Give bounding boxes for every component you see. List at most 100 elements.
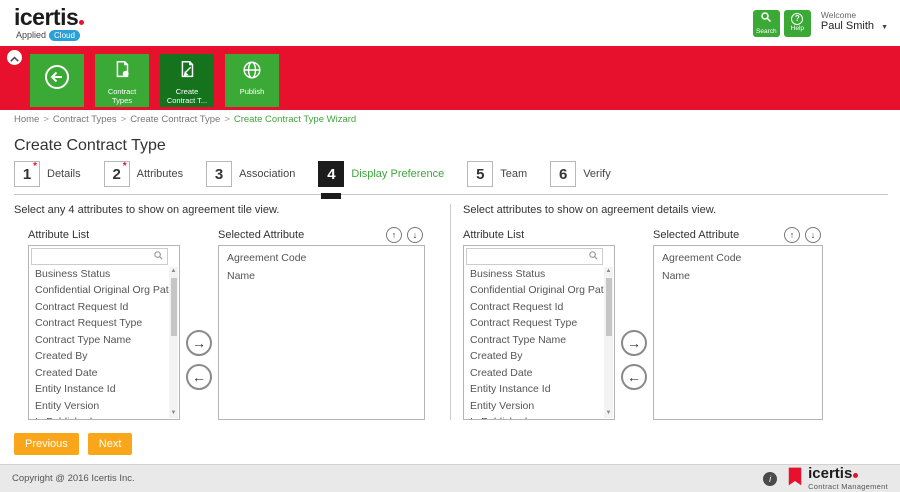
scroll-down-icon[interactable]: ▼	[169, 409, 178, 418]
wizard-step-label: Details	[47, 168, 81, 180]
list-item[interactable]: Business Status	[29, 266, 169, 283]
search-button[interactable]: Search	[753, 10, 780, 37]
move-up-button[interactable]: ↑	[784, 227, 800, 243]
wizard-step-label: Association	[239, 168, 295, 180]
help-button[interactable]: ? Help	[784, 10, 811, 37]
wizard-step-number: 5	[467, 161, 493, 187]
contract-types-icon	[111, 59, 133, 86]
list-item[interactable]: Confidential Original Org Path Id	[464, 283, 604, 300]
scroll-up-icon[interactable]: ▲	[604, 267, 613, 276]
breadcrumb-item[interactable]: Contract Types>	[53, 114, 130, 125]
list-item[interactable]: Entity Instance Id	[29, 382, 169, 399]
ribbon-bar: Contract Types Create Contract T... Publ…	[0, 46, 900, 110]
search-input[interactable]	[470, 251, 588, 262]
top-header: icertis Applied Cloud Search ? Help Welc…	[0, 0, 900, 46]
wizard-step[interactable]: 4 Display Preference	[318, 161, 444, 187]
search-input[interactable]	[35, 251, 153, 262]
wizard-step-number: 1*	[14, 161, 40, 187]
wizard-step[interactable]: 3 Association	[206, 161, 295, 187]
cloud-badge: Cloud	[49, 30, 80, 41]
move-left-button[interactable]: ←	[621, 364, 647, 390]
attribute-list-label: Attribute List	[28, 229, 89, 241]
user-menu[interactable]: Welcome Paul Smith	[821, 10, 874, 33]
footer-logo: icertis Contract Management	[787, 466, 888, 492]
selected-item[interactable]: Name	[219, 267, 424, 285]
list-item[interactable]: Created Date	[464, 365, 604, 382]
list-item[interactable]: Created By	[29, 349, 169, 366]
list-item[interactable]: Entity Instance Id	[464, 382, 604, 399]
collapse-ribbon-button[interactable]	[7, 50, 22, 65]
list-item[interactable]: Is Published	[464, 415, 604, 421]
copyright-text: Copyright @ 2016 Icertis Inc.	[12, 473, 135, 484]
selected-attribute-label: Selected Attribute	[653, 229, 739, 241]
selected-attributes-box: Agreement CodeName	[218, 245, 425, 420]
attribute-search[interactable]	[31, 248, 168, 265]
previous-button[interactable]: Previous	[14, 433, 79, 455]
breadcrumb-separator: >	[224, 114, 230, 125]
list-item[interactable]: Confidential Original Org Path Id	[29, 283, 169, 300]
breadcrumb-item[interactable]: Create Contract Type>	[130, 114, 234, 125]
list-item[interactable]: Contract Request Id	[29, 299, 169, 316]
scrollbar[interactable]: ▲ ▼	[604, 267, 613, 418]
list-item[interactable]: Contract Request Type	[464, 316, 604, 333]
list-item[interactable]: Created Date	[29, 365, 169, 382]
wizard-step[interactable]: 6 Verify	[550, 161, 611, 187]
ribbon-tile-label: Create Contract T...	[160, 88, 214, 105]
list-item[interactable]: Contract Request Id	[464, 299, 604, 316]
list-item[interactable]: Entity Version	[464, 398, 604, 415]
scrollbar-thumb[interactable]	[606, 278, 612, 336]
move-left-button[interactable]: ←	[186, 364, 212, 390]
selected-item[interactable]: Agreement Code	[219, 249, 424, 267]
back-arrow-icon	[42, 62, 72, 97]
attribute-search[interactable]	[466, 248, 603, 265]
details-view-panel: Select attributes to show on agreement d…	[450, 204, 900, 420]
wizard-step[interactable]: 2* Attributes	[104, 161, 183, 187]
scroll-down-icon[interactable]: ▼	[604, 409, 613, 418]
breadcrumb-separator: >	[43, 114, 49, 125]
ribbon-tile-create-contract-type[interactable]: Create Contract T...	[160, 54, 214, 107]
info-icon[interactable]: i	[763, 472, 777, 486]
active-step-notch	[321, 193, 341, 199]
selected-item[interactable]: Agreement Code	[654, 249, 822, 267]
list-item[interactable]: Entity Version	[29, 398, 169, 415]
breadcrumb-item[interactable]: Create Contract Type Wizard>	[234, 114, 356, 125]
selected-attributes-box: Agreement CodeName	[653, 245, 823, 420]
arrow-down-icon: ↓	[413, 230, 418, 240]
scrollbar[interactable]: ▲ ▼	[169, 267, 178, 418]
move-down-button[interactable]: ↓	[407, 227, 423, 243]
list-item[interactable]: Is Published	[29, 415, 169, 421]
brand-mark-icon	[787, 466, 803, 492]
move-down-button[interactable]: ↓	[805, 227, 821, 243]
scrollbar-thumb[interactable]	[171, 278, 177, 336]
required-asterisk: *	[33, 161, 37, 172]
scroll-up-icon[interactable]: ▲	[169, 267, 178, 276]
move-up-button[interactable]: ↑	[386, 227, 402, 243]
selected-item[interactable]: Name	[654, 267, 822, 285]
move-right-button[interactable]: →	[186, 330, 212, 356]
list-item[interactable]: Created By	[464, 349, 604, 366]
arrow-left-icon: ←	[627, 369, 641, 385]
wizard-step-number: 6	[550, 161, 576, 187]
attribute-listbox: Business StatusConfidential Original Org…	[463, 245, 615, 420]
next-button[interactable]: Next	[88, 433, 133, 455]
breadcrumb-separator: >	[121, 114, 127, 125]
help-icon: ?	[791, 13, 803, 25]
list-item[interactable]: Business Status	[464, 266, 604, 283]
ribbon-tile-contract-types[interactable]: Contract Types	[95, 54, 149, 107]
breadcrumb-item[interactable]: Home>	[14, 114, 53, 125]
ribbon-tile-publish[interactable]: Publish	[225, 54, 279, 107]
list-item[interactable]: Contract Request Type	[29, 316, 169, 333]
brand-dot-icon	[79, 20, 84, 25]
brand-subtitle: Applied	[16, 31, 46, 40]
ribbon-tile-back[interactable]	[30, 54, 84, 107]
wizard-step[interactable]: 1* Details	[14, 161, 81, 187]
list-item[interactable]: Contract Type Name	[464, 332, 604, 349]
chevron-down-icon[interactable]: ▼	[881, 24, 888, 31]
list-item[interactable]: Contract Type Name	[29, 332, 169, 349]
wizard-step-label: Team	[500, 168, 527, 180]
move-right-button[interactable]: →	[621, 330, 647, 356]
arrow-right-icon: →	[627, 335, 641, 351]
footer-brand-name: icertis	[808, 465, 852, 482]
search-icon	[153, 248, 164, 266]
wizard-step[interactable]: 5 Team	[467, 161, 527, 187]
